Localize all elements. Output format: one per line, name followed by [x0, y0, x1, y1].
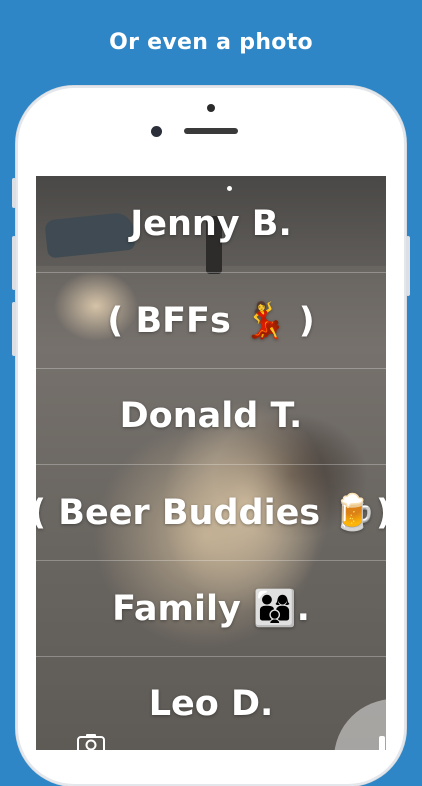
list-item-label: ( BFFs 💃 ) [107, 300, 315, 341]
list-item[interactable]: Donald T. [36, 368, 386, 465]
camera-switch-icon[interactable] [76, 732, 110, 750]
list-item[interactable]: Jenny B. [36, 176, 386, 273]
list-item-label: Family 👨‍👩‍👦. [112, 588, 310, 629]
front-camera [151, 126, 162, 137]
app-screen: Jenny B. ( BFFs 💃 ) Donald T. ( Beer Bud… [36, 176, 386, 750]
list-item[interactable]: Family 👨‍👩‍👦. [36, 560, 386, 657]
list-item-label: Donald T. [119, 396, 303, 436]
phone-volume-down [12, 302, 16, 356]
earpiece-speaker [184, 128, 238, 134]
proximity-sensor [207, 104, 215, 112]
phone-power-button [406, 236, 410, 296]
list-item-label: ( Beer Buddies 🍺) [36, 492, 386, 533]
promo-caption: Or even a photo [109, 30, 313, 55]
phone-mute-switch [12, 178, 16, 208]
list-item[interactable]: ( Beer Buddies 🍺) [36, 464, 386, 561]
list-item-label: Leo D. [148, 684, 274, 724]
list-item[interactable]: ( BFFs 💃 ) [36, 272, 386, 369]
list-item-label: Jenny B. [130, 204, 292, 244]
phone-volume-up [12, 236, 16, 290]
action-glyph-icon [379, 736, 385, 750]
